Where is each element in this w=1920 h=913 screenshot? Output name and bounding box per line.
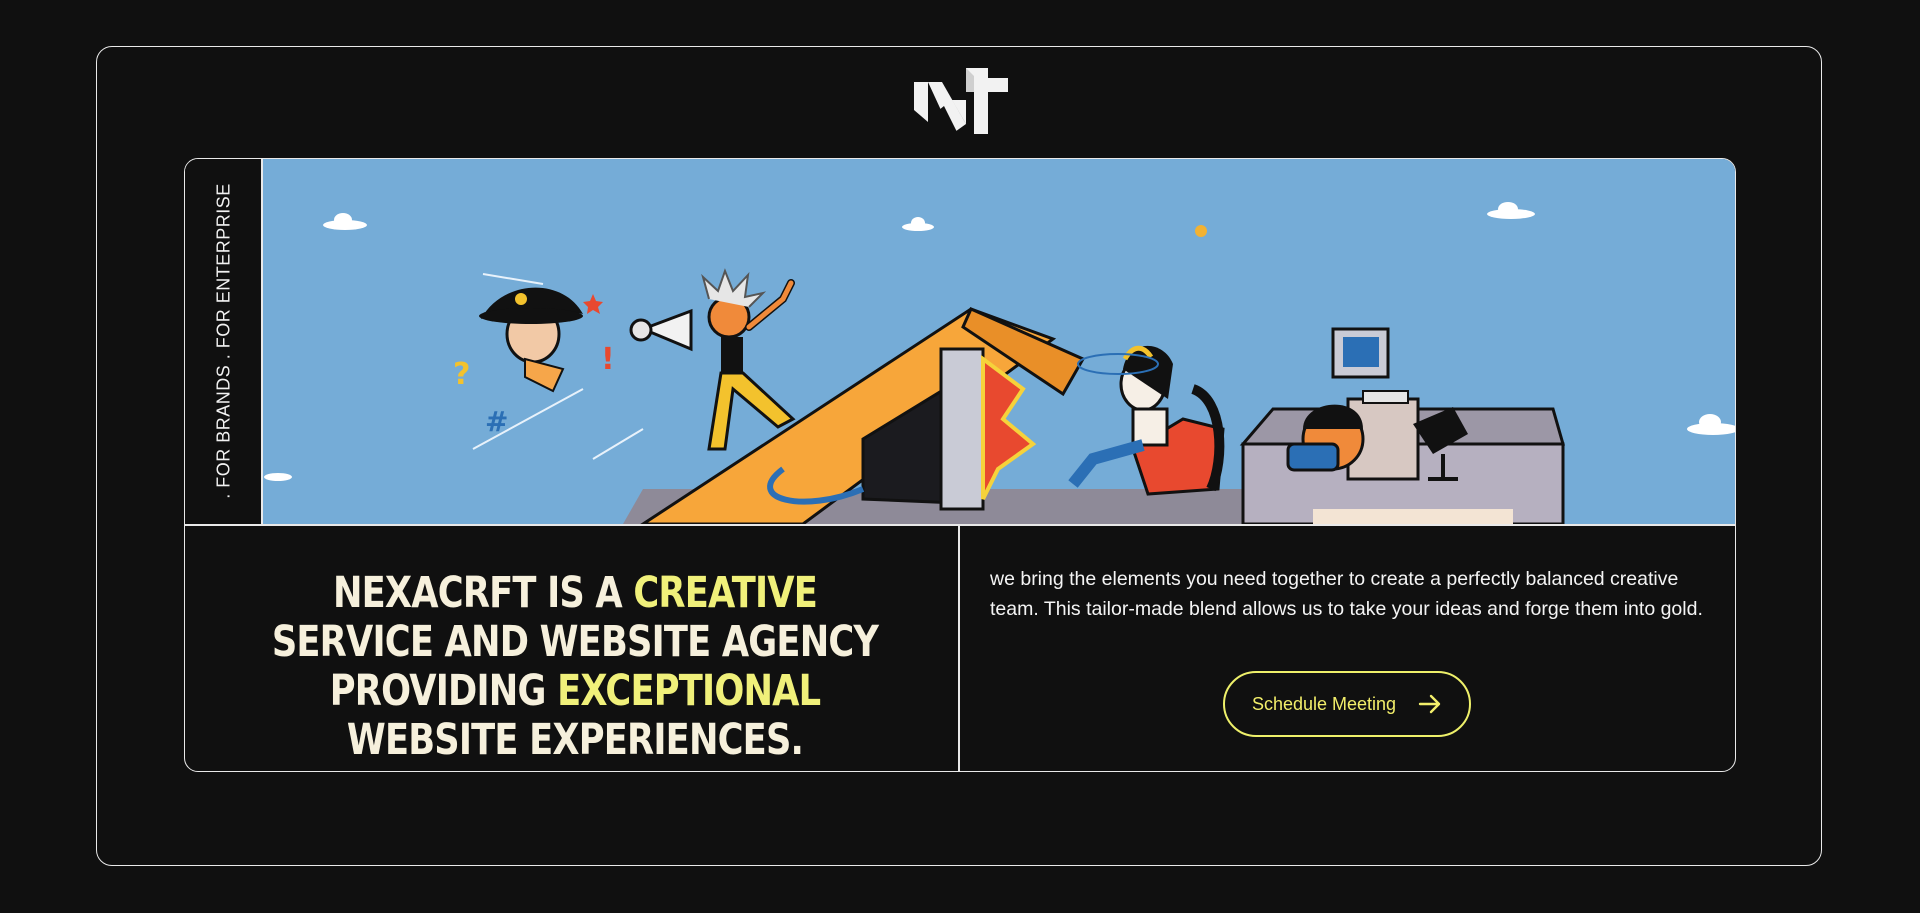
section-divider-vertical: [958, 524, 960, 771]
hero-illustration: ? # !: [263, 159, 1735, 524]
side-rail-text: . FOR BRANDS . FOR ENTERPRISE: [213, 183, 234, 499]
headline-part-1: NEXACRFT IS A: [332, 568, 634, 618]
side-rail: . FOR BRANDS . FOR ENTERPRISE: [185, 159, 263, 524]
hero-card: . FOR BRANDS . FOR ENTERPRISE ? # ! NEXA…: [184, 158, 1736, 772]
svg-text:?: ?: [453, 357, 470, 392]
headline-part-3: WEBSITE EXPERIENCES.: [346, 715, 804, 765]
nt-logo-icon[interactable]: [908, 62, 1012, 144]
arrow-right-icon: [1418, 694, 1441, 714]
headline-highlight-exceptional: EXCEPTIONAL: [557, 666, 821, 716]
svg-text:#: #: [485, 405, 508, 438]
section-divider-horizontal: [185, 524, 1735, 526]
hero-headline: NEXACRFT IS A CREATIVE SERVICE AND WEBSI…: [272, 569, 879, 765]
agency-description: we bring the elements you need together …: [990, 568, 1703, 620]
headline-highlight-creative: CREATIVE: [633, 568, 818, 618]
schedule-meeting-label: Schedule Meeting: [1251, 693, 1397, 714]
schedule-meeting-button[interactable]: Schedule Meeting: [1223, 671, 1471, 737]
svg-text:!: !: [601, 342, 615, 377]
